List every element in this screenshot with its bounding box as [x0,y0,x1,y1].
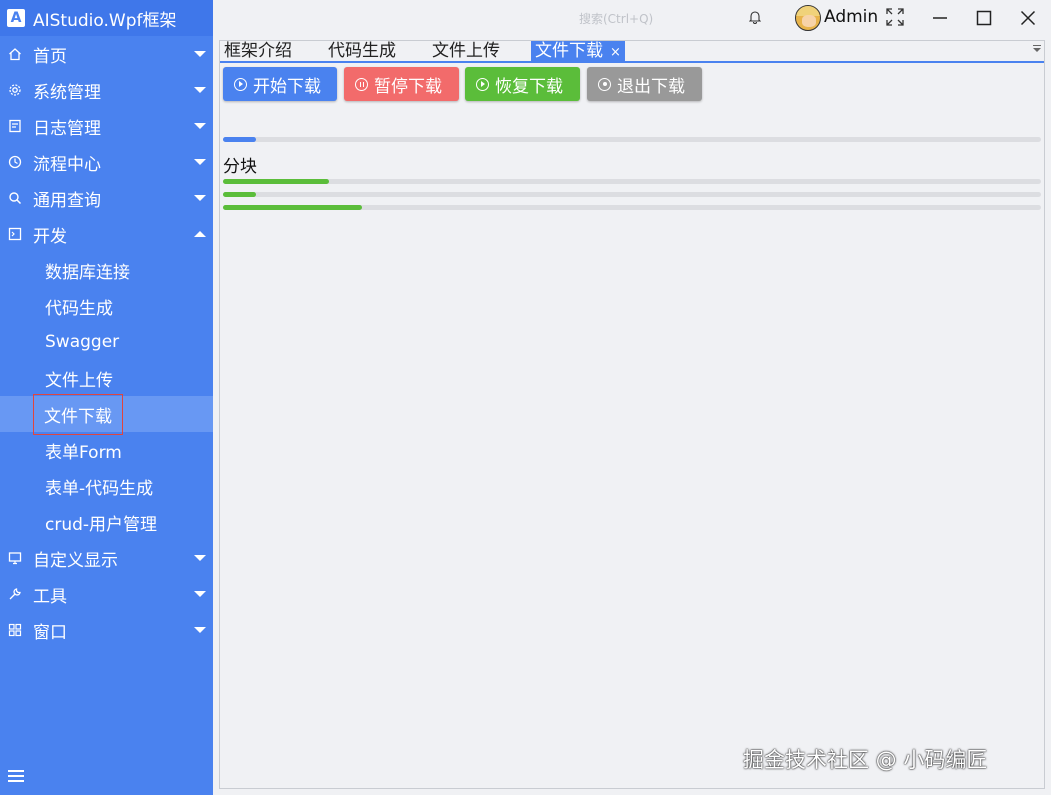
sidebar-subitem-download[interactable]: 文件下载 [0,393,213,435]
clock-icon [8,155,22,169]
sidebar-item-tools[interactable]: 工具 [0,576,213,612]
sidebar-item-label: 开发 [33,226,67,247]
avatar[interactable] [795,5,821,31]
sidebar-subitem-crud-users[interactable]: crud-用户管理 [0,504,213,540]
hamburger-menu-icon[interactable] [8,770,24,782]
sidebar-subitem-swagger[interactable]: Swagger [0,324,213,360]
sidebar-item-label: 自定义显示 [33,550,118,571]
sidebar-subitem-label: 文件上传 [45,370,113,391]
sidebar-subitem-label: Swagger [45,332,120,352]
overall-progress-bar [223,137,1041,142]
close-icon[interactable] [1020,9,1036,31]
sidebar-subitem-codegen[interactable]: 代码生成 [0,288,213,324]
chevron-down-icon [194,123,206,129]
bell-icon[interactable] [748,9,762,28]
log-icon [8,119,22,133]
sidebar-item-label: 通用查询 [33,190,101,211]
sidebar-subitem-label: 表单-代码生成 [45,478,154,499]
home-icon [8,47,22,61]
resume-download-label: 恢复下载 [495,76,563,97]
sidebar-item-label: 系统管理 [33,82,101,103]
sidebar-item-label: 流程中心 [33,154,101,175]
chevron-down-icon [194,627,206,633]
app-logo: A [7,9,25,27]
sidebar-item-label: 日志管理 [33,118,101,139]
chunk-label: 分块 [223,157,257,177]
main-content: 框架介绍 代码生成 文件上传 文件下载 × 开始下载 暂停下载 恢复下载 退出下载 [219,40,1045,789]
gear-icon [8,83,22,97]
maximize-icon[interactable] [976,9,992,31]
monitor-icon [8,551,22,565]
chunk-progress-bar-2 [223,192,1041,197]
sidebar-item-window[interactable]: 窗口 [0,612,213,648]
sidebar-item-label: 工具 [33,586,67,607]
tab-file-download[interactable]: 文件下载 × [531,41,625,61]
resume-download-button[interactable]: 恢复下载 [465,67,580,101]
play-circle-icon [234,77,247,91]
wrench-icon [8,587,22,601]
tab-close-icon[interactable]: × [610,45,621,60]
sidebar-item-query[interactable]: 通用查询 [0,180,213,216]
terminal-icon [8,227,22,241]
sidebar-subitem-label: 文件下载 [33,393,123,435]
chunk-progress-fill [223,192,256,197]
chevron-down-icon [194,87,206,93]
sidebar: A AIStudio.Wpf框架 首页 系统管理 日志管理 流程中心 通用查询 … [0,0,213,795]
sidebar-item-system[interactable]: 系统管理 [0,72,213,108]
overall-progress-fill [223,137,256,142]
sidebar-subitem-label: 表单Form [45,442,122,463]
tab-file-upload[interactable]: 文件上传 [432,41,500,61]
user-name[interactable]: Admin [824,7,878,27]
pause-circle-icon [355,77,368,91]
stop-circle-icon [598,77,611,91]
chunk-progress-fill [223,205,363,210]
pause-download-label: 暂停下载 [374,76,442,97]
sidebar-subitem-label: 数据库连接 [45,262,130,283]
sidebar-item-log[interactable]: 日志管理 [0,108,213,144]
chevron-down-icon [194,555,206,561]
chevron-down-icon [194,51,206,57]
exit-download-button[interactable]: 退出下载 [587,67,702,101]
chevron-down-icon [194,195,206,201]
sidebar-item-dev[interactable]: 开发 [0,216,213,252]
search-icon [8,191,22,205]
chunk-progress-bar-3 [223,205,1041,210]
tab-framework-intro[interactable]: 框架介绍 [224,41,292,61]
sidebar-subitem-form[interactable]: 表单Form [0,432,213,468]
sidebar-subitem-upload[interactable]: 文件上传 [0,360,213,396]
tab-codegen[interactable]: 代码生成 [328,41,396,61]
chevron-down-icon [194,591,206,597]
sidebar-item-label: 窗口 [33,622,67,643]
top-bar: 搜索(Ctrl+Q) Admin [213,0,1051,36]
sidebar-item-home[interactable]: 首页 [0,36,213,72]
chevron-up-icon [194,231,206,237]
tab-bar: 框架介绍 代码生成 文件上传 文件下载 × [220,41,1044,63]
start-download-label: 开始下载 [253,76,321,97]
watermark: 掘金技术社区 @ 小码编匠 [743,748,988,772]
sidebar-item-custom-display[interactable]: 自定义显示 [0,540,213,576]
chunk-progress-fill [223,179,330,184]
nav-menu: 首页 系统管理 日志管理 流程中心 通用查询 开发 数据库连接 代码生成 Swa… [0,36,213,648]
chevron-down-icon [194,159,206,165]
fullscreen-icon[interactable] [886,8,904,30]
app-window: A AIStudio.Wpf框架 首页 系统管理 日志管理 流程中心 通用查询 … [0,0,1051,795]
chunk-progress-bar-1 [223,179,1041,184]
tab-overflow-icon[interactable] [1033,45,1041,53]
play-circle-icon [476,77,489,91]
sidebar-subitem-form-codegen[interactable]: 表单-代码生成 [0,468,213,504]
exit-download-label: 退出下载 [617,76,685,97]
app-title-bar: A AIStudio.Wpf框架 [0,0,213,36]
sidebar-item-workflow[interactable]: 流程中心 [0,144,213,180]
sidebar-subitem-db-connection[interactable]: 数据库连接 [0,252,213,288]
tab-label: 文件下载 [535,41,603,61]
search-box[interactable]: 搜索(Ctrl+Q) [579,10,653,27]
start-download-button[interactable]: 开始下载 [223,67,337,101]
minimize-icon[interactable] [932,9,948,31]
sidebar-subitem-label: 代码生成 [45,298,113,319]
sidebar-subitem-label: crud-用户管理 [45,514,158,535]
windows-icon [8,623,22,637]
pause-download-button[interactable]: 暂停下载 [344,67,459,101]
sidebar-item-label: 首页 [33,46,67,67]
app-title: AIStudio.Wpf框架 [33,10,177,31]
